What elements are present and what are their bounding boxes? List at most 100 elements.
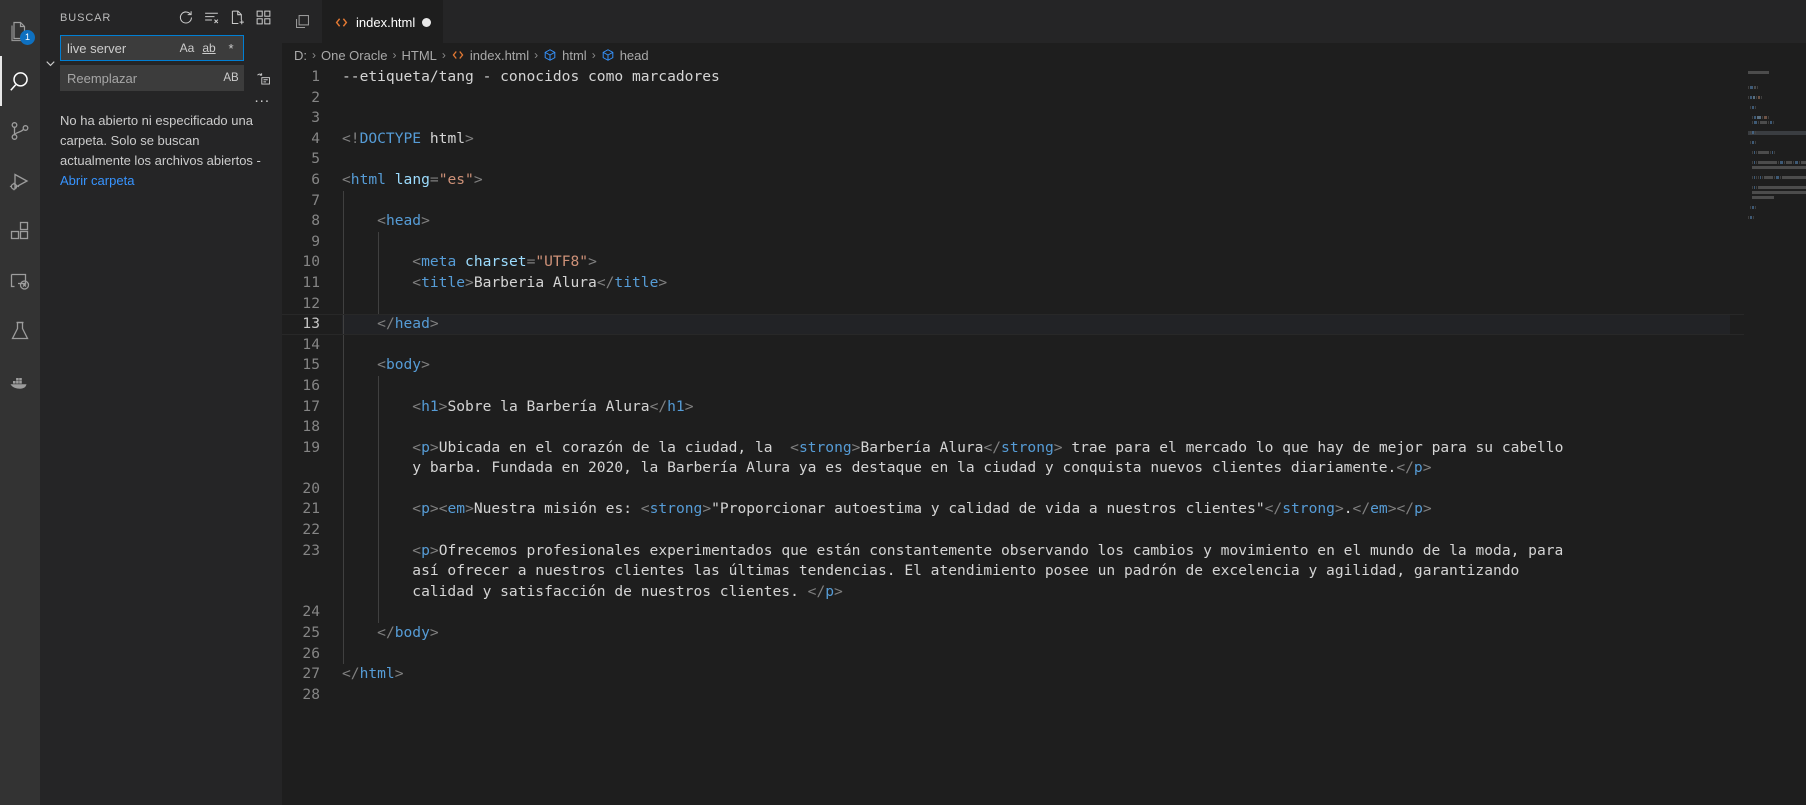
code-line[interactable]: [342, 108, 1730, 129]
search-details-row: ...: [40, 90, 282, 105]
tab-index-html[interactable]: index.html: [322, 0, 444, 43]
open-folder-link[interactable]: Abrir carpeta: [60, 173, 134, 188]
match-whole-word-icon[interactable]: ab: [199, 38, 219, 58]
code-editor[interactable]: 1 2 3 4 5 6 7 8 9 10 11 12 13 14 15 16 17 18 19 20 21 22 23 24 2…: [282, 67, 1806, 805]
code-line[interactable]: [342, 520, 1730, 541]
code-content[interactable]: --etiqueta/tang - conocidos como marcado…: [282, 67, 1806, 805]
code-line[interactable]: <head>: [342, 211, 1730, 232]
minimap-line: [1748, 91, 1806, 95]
minimap-segment: [1767, 121, 1769, 124]
code-line[interactable]: <p>Ofrecemos profesionales experimentado…: [342, 540, 1730, 603]
minimap-line: [1748, 191, 1806, 195]
code-token: <: [412, 273, 422, 291]
activity-item-remote-explorer[interactable]: [0, 256, 40, 306]
code-line[interactable]: [342, 231, 1730, 253]
code-token: </: [1264, 500, 1283, 518]
indent-guide: [343, 293, 344, 315]
clear-all-icon[interactable]: [200, 7, 222, 29]
code-line[interactable]: [342, 375, 1730, 397]
tab-dirty-indicator[interactable]: [422, 17, 432, 27]
code-line[interactable]: [342, 478, 1730, 500]
code-line[interactable]: --etiqueta/tang - conocidos como marcado…: [342, 67, 1730, 88]
minimap-segment: [1764, 176, 1774, 179]
code-line[interactable]: <title>Barberia Alura</title>: [342, 272, 1730, 294]
code-token: >: [588, 253, 597, 271]
code-line[interactable]: <meta charset="UTF8">: [342, 252, 1730, 273]
code-line[interactable]: [342, 149, 1730, 170]
code-token: >: [465, 500, 474, 518]
code-line[interactable]: <p>Ubicada en el corazón de la ciudad, l…: [342, 437, 1730, 479]
breadcrumb-label: head: [619, 47, 649, 63]
code-line[interactable]: </html>: [342, 664, 1730, 685]
indent-guide: [378, 520, 380, 541]
breadcrumb-item-one-oracle[interactable]: One Oracle: [321, 48, 387, 63]
code-line[interactable]: [342, 602, 1730, 624]
minimap-segment: [1750, 206, 1752, 209]
code-line[interactable]: </head>: [282, 314, 1806, 335]
minimap-line: [1748, 136, 1806, 140]
code-line[interactable]: [342, 685, 1730, 706]
minimap-segment: [1756, 161, 1758, 164]
activity-item-run-and-debug[interactable]: [0, 156, 40, 206]
indent-guide: [378, 231, 380, 253]
code-line[interactable]: <p><em>Nuestra misión es: <strong>"Propo…: [342, 499, 1730, 521]
chevron-down-icon: [45, 60, 55, 66]
code-token: lang: [394, 170, 430, 188]
refresh-icon[interactable]: [174, 7, 196, 29]
breadcrumb-item-symbol-html[interactable]: html: [543, 48, 587, 63]
code-line[interactable]: [342, 293, 1730, 315]
minimap[interactable]: [1744, 67, 1806, 805]
indent-guide: [343, 355, 344, 376]
breadcrumb-item-file[interactable]: index.html: [451, 48, 529, 63]
minimap-segment: [1755, 141, 1757, 144]
code-line[interactable]: </body>: [342, 623, 1730, 644]
code-line[interactable]: <h1>Sobre la Barbería Alura</h1>: [342, 396, 1730, 418]
activity-item-source-control[interactable]: [0, 106, 40, 156]
code-line[interactable]: [342, 643, 1730, 665]
code-line[interactable]: [342, 190, 1730, 212]
indent-guide: [378, 437, 380, 479]
toggle-search-details-button[interactable]: ...: [254, 90, 270, 105]
new-file-icon[interactable]: [226, 7, 248, 29]
minimap-segment: [1748, 216, 1749, 219]
activity-item-extensions[interactable]: [0, 206, 40, 256]
minimap-line: [1748, 81, 1806, 85]
replace-input[interactable]: Reemplazar AB: [60, 65, 244, 91]
indent-guide: [378, 396, 380, 418]
toggle-replace-button[interactable]: [40, 35, 60, 91]
list-tree-icon[interactable]: [252, 7, 274, 29]
activity-item-explorer[interactable]: 1: [0, 6, 40, 56]
activity-item-search[interactable]: [0, 56, 40, 106]
minimap-segment: [1762, 176, 1764, 179]
code-line[interactable]: [342, 334, 1730, 356]
minimap-segment: [1754, 116, 1757, 119]
split-editor-icon[interactable]: [282, 0, 322, 43]
code-line[interactable]: [342, 88, 1730, 109]
code-area[interactable]: 1 2 3 4 5 6 7 8 9 10 11 12 13 14 15 16 17 18 19 20 21 22 23 24 2…: [282, 67, 1806, 805]
overview-ruler[interactable]: [1730, 67, 1744, 805]
code-token: >: [429, 624, 439, 642]
code-line[interactable]: [342, 417, 1730, 438]
use-regex-icon[interactable]: *: [221, 38, 241, 58]
activity-item-docker[interactable]: [0, 356, 40, 406]
search-fields: live server Aa ab * Reemplazar AB: [60, 35, 246, 91]
breadcrumb-item-symbol-head[interactable]: head: [601, 48, 649, 63]
match-case-icon[interactable]: Aa: [177, 38, 197, 58]
code-line[interactable]: <html lang="es">: [342, 170, 1730, 191]
replace-all-icon[interactable]: [252, 67, 274, 89]
minimap-segment: [1752, 191, 1806, 194]
breadcrumb-item-drive[interactable]: D:: [294, 48, 307, 63]
code-line[interactable]: <!DOCTYPE html>: [342, 129, 1730, 150]
code-token: Barbería Alura: [860, 438, 984, 456]
code-token: h1: [421, 397, 439, 415]
search-input[interactable]: live server Aa ab *: [60, 35, 244, 61]
activity-item-testing[interactable]: [0, 306, 40, 356]
breadcrumb-item-html-folder[interactable]: HTML: [401, 48, 436, 63]
minimap-segment: [1748, 96, 1749, 99]
preserve-case-icon[interactable]: AB: [221, 68, 241, 88]
code-line[interactable]: <body>: [342, 355, 1730, 376]
